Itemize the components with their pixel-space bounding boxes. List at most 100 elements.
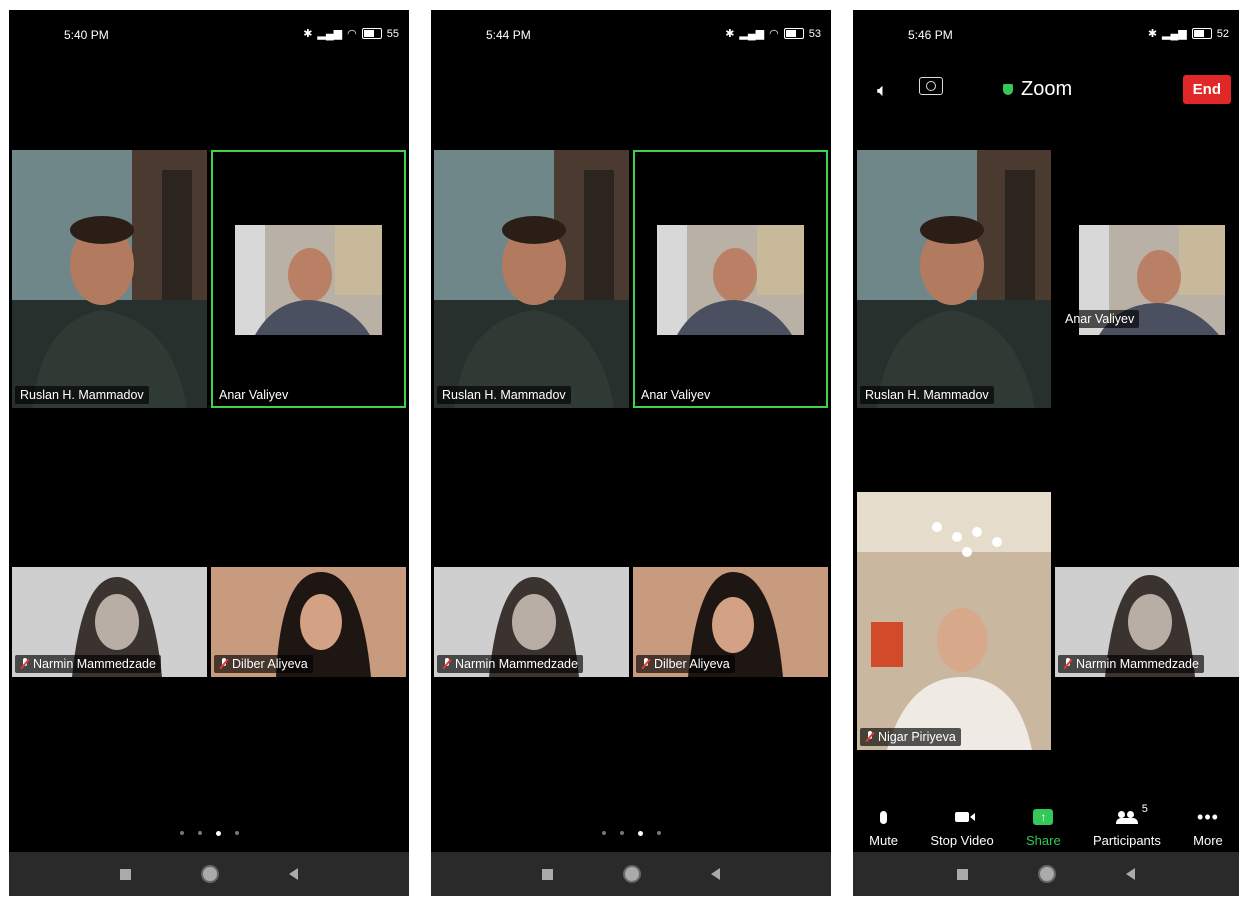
video-tile[interactable]: Ruslan H. Mammadov: [434, 150, 629, 408]
mic-muted-icon: [865, 731, 875, 743]
participant-video: [857, 492, 1051, 750]
home-icon[interactable]: [201, 865, 219, 883]
video-tile-active-speaker[interactable]: Ruslan H. Mammadov: [857, 150, 1051, 408]
phone-screen-2: 5:44 PM ✱ ▂▄▆ ◠ 53 Ruslan H. Mammadov An…: [431, 10, 831, 896]
bluetooth-icon: ✱: [303, 28, 313, 40]
recents-icon[interactable]: [120, 868, 131, 880]
share-button[interactable]: ↑ Share: [1026, 807, 1061, 848]
participant-count: 5: [1141, 803, 1148, 815]
status-bar: 5:44 PM ✱ ▂▄▆ ◠ 53: [431, 10, 831, 58]
status-time: 5:44 PM: [486, 28, 531, 42]
battery-level: 52: [1216, 27, 1229, 40]
recents-icon[interactable]: [957, 868, 968, 880]
video-tile-active-speaker[interactable]: Anar Valiyev: [633, 150, 828, 408]
camera-flip-icon[interactable]: [919, 77, 943, 95]
participant-name: Narmin Mammedzade: [15, 655, 161, 673]
video-tile[interactable]: Narmin Mammedzade: [434, 567, 629, 677]
participant-name: Dilber Aliyeva: [636, 655, 735, 673]
meeting-top-bar: 🔈︎ Zoom End: [853, 72, 1239, 108]
back-icon[interactable]: [711, 868, 720, 880]
participants-button[interactable]: 5 Participants: [1093, 803, 1161, 848]
page-dot[interactable]: [656, 831, 661, 835]
video-tile[interactable]: Nigar Piriyeva: [857, 492, 1051, 750]
status-time: 5:46 PM: [908, 28, 953, 42]
mic-muted-icon: [442, 658, 452, 670]
battery-icon: [1191, 28, 1212, 39]
status-icons: ✱ ▂▄▆ 52: [1147, 27, 1229, 41]
video-tile[interactable]: Narmin Mammedzade: [12, 567, 207, 677]
participant-name: Narmin Mammedzade: [1058, 655, 1204, 673]
shield-icon: [1003, 84, 1013, 95]
video-tile-active-speaker[interactable]: Anar Valiyev: [211, 150, 406, 408]
home-icon[interactable]: [1038, 865, 1056, 883]
participant-name: Anar Valiyev: [214, 386, 294, 404]
participant-name: Ruslan H. Mammadov: [15, 386, 149, 404]
phone-screen-1: 5:40 PM ✱ ▂▄▆ ◠ 55 Ruslan H. Mammadov An…: [9, 10, 409, 896]
bluetooth-icon: ✱: [1147, 28, 1158, 40]
signal-icon: ▂▄▆: [317, 28, 343, 40]
android-nav-bar: [431, 852, 831, 896]
participant-name: Narmin Mammedzade: [437, 655, 583, 673]
stop-video-button[interactable]: Stop Video: [930, 807, 994, 848]
meeting-title[interactable]: Zoom: [1003, 78, 1072, 101]
status-icons: ✱ ▂▄▆ ◠ 53: [725, 27, 821, 41]
battery-level: 53: [808, 27, 821, 40]
more-button[interactable]: ••• More: [1193, 807, 1223, 848]
participant-video: [857, 150, 1051, 408]
status-bar: 5:46 PM ✱ ▂▄▆ 52: [853, 10, 1239, 58]
wifi-icon: ◠: [347, 28, 357, 40]
speaker-icon[interactable]: 🔈︎: [877, 80, 888, 101]
participant-name: Ruslan H. Mammadov: [437, 386, 571, 404]
page-dot[interactable]: [234, 831, 239, 835]
mic-muted-icon: [1063, 658, 1073, 670]
video-icon: [955, 812, 976, 822]
participant-name: Anar Valiyev: [636, 386, 716, 404]
battery-level: 55: [386, 27, 399, 40]
mic-muted-icon: [20, 658, 30, 670]
participant-video: [12, 150, 207, 408]
signal-icon: ▂▄▆: [739, 28, 765, 40]
battery-icon: [361, 28, 382, 39]
video-tile[interactable]: Dilber Aliyeva: [633, 567, 828, 677]
page-dot[interactable]: [197, 831, 202, 835]
mic-muted-icon: [641, 658, 651, 670]
back-icon[interactable]: [289, 868, 298, 880]
wifi-icon: ◠: [769, 28, 779, 40]
participant-video: [434, 150, 629, 408]
share-icon: ↑: [1033, 809, 1054, 825]
mute-button[interactable]: Mute: [869, 807, 898, 848]
page-indicator: [9, 831, 409, 836]
bluetooth-icon: ✱: [725, 28, 735, 40]
signal-icon: ▂▄▆: [1162, 28, 1187, 40]
participants-icon: [1115, 811, 1138, 824]
page-dot[interactable]: [179, 831, 184, 835]
more-icon: •••: [1197, 807, 1219, 827]
page-dot-current[interactable]: [215, 831, 221, 836]
home-icon[interactable]: [623, 865, 641, 883]
status-bar: 5:40 PM ✱ ▂▄▆ ◠ 55: [9, 10, 409, 58]
participant-name: Nigar Piriyeva: [860, 728, 961, 746]
participant-name: Anar Valiyev: [1060, 310, 1140, 328]
status-time: 5:40 PM: [64, 28, 109, 42]
page-dot[interactable]: [619, 831, 624, 835]
video-tile[interactable]: Ruslan H. Mammadov: [12, 150, 207, 408]
page-dot[interactable]: [601, 831, 606, 835]
phone-screen-3: 5:46 PM ✱ ▂▄▆ 52 🔈︎ Zoom End Ruslan H. M…: [853, 10, 1239, 896]
meeting-toolbar: Mute Stop Video ↑ Share 5 Participants •…: [853, 792, 1239, 852]
video-tile[interactable]: Anar Valiyev: [1055, 150, 1239, 408]
end-meeting-button[interactable]: End: [1182, 75, 1231, 104]
mic-muted-icon: [219, 658, 229, 670]
page-dot-current[interactable]: [637, 831, 643, 836]
page-indicator: [431, 831, 831, 836]
status-icons: ✱ ▂▄▆ ◠ 55: [303, 27, 399, 41]
participant-video: [657, 225, 804, 335]
back-icon[interactable]: [1126, 868, 1135, 880]
mic-icon: [880, 810, 888, 824]
participant-name: Dilber Aliyeva: [214, 655, 313, 673]
video-tile[interactable]: Dilber Aliyeva: [211, 567, 406, 677]
participant-video: [235, 225, 382, 335]
recents-icon[interactable]: [542, 868, 553, 880]
battery-icon: [783, 28, 804, 39]
android-nav-bar: [9, 852, 409, 896]
video-tile[interactable]: Narmin Mammedzade: [1055, 567, 1239, 677]
